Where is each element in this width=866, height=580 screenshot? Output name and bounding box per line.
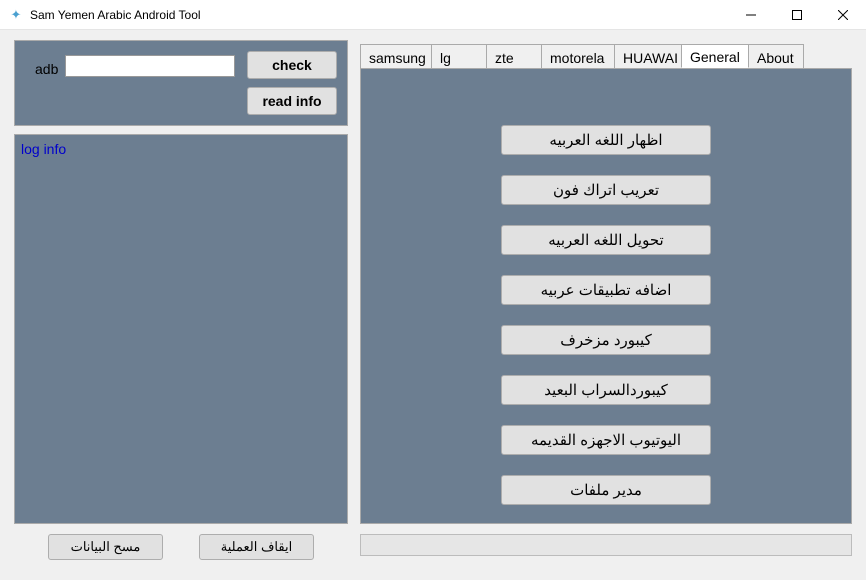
check-button[interactable]: check xyxy=(247,51,337,79)
adb-input[interactable] xyxy=(65,55,235,77)
clear-data-button[interactable]: مسح البيانات xyxy=(48,534,163,560)
adb-label: adb xyxy=(35,61,58,77)
log-header: log info xyxy=(15,135,347,163)
tabs-header: samsunglgztemotorelaHUAWAIGeneralAbout xyxy=(360,44,852,68)
bottom-panel: مسح البيانات ايقاف العملية xyxy=(14,532,348,568)
general-action-button-0[interactable]: اظهار اللغه العربيه xyxy=(501,125,711,155)
window-controls xyxy=(728,0,866,29)
maximize-button[interactable] xyxy=(774,0,820,29)
general-action-button-2[interactable]: تحويل اللغه العربيه xyxy=(501,225,711,255)
general-action-button-6[interactable]: اليوتيوب الاجهزه القديمه xyxy=(501,425,711,455)
client-area: adb check read info log info مسح البيانا… xyxy=(0,30,866,580)
adb-panel: adb check read info xyxy=(14,40,348,126)
log-panel: log info xyxy=(14,134,348,524)
general-action-button-5[interactable]: كيبوردالسراب البعيد xyxy=(501,375,711,405)
titlebar: ✦ Sam Yemen Arabic Android Tool xyxy=(0,0,866,30)
progress-bar xyxy=(360,534,852,556)
titlebar-left: ✦ Sam Yemen Arabic Android Tool xyxy=(8,7,201,23)
close-button[interactable] xyxy=(820,0,866,29)
general-action-button-4[interactable]: كيبورد مزخرف xyxy=(501,325,711,355)
tab-content-general: اظهار اللغه العربيه تعريب اتراك فون تحويل … xyxy=(360,68,852,524)
stop-operation-button[interactable]: ايقاف العملية xyxy=(199,534,314,560)
tab-huawai[interactable]: HUAWAI xyxy=(614,44,682,68)
tab-motorela[interactable]: motorela xyxy=(541,44,615,68)
minimize-button[interactable] xyxy=(728,0,774,29)
window-title: Sam Yemen Arabic Android Tool xyxy=(30,8,201,22)
tabs-container: samsunglgztemotorelaHUAWAIGeneralAbout ا… xyxy=(360,44,852,524)
tab-general[interactable]: General xyxy=(681,44,749,68)
tab-samsung[interactable]: samsung xyxy=(360,44,432,68)
general-action-button-1[interactable]: تعريب اتراك فون xyxy=(501,175,711,205)
app-icon: ✦ xyxy=(8,7,24,23)
tab-about[interactable]: About xyxy=(748,44,804,68)
tab-lg[interactable]: lg xyxy=(431,44,487,68)
general-action-button-3[interactable]: اضافه تطبيقات عربيه xyxy=(501,275,711,305)
tab-zte[interactable]: zte xyxy=(486,44,542,68)
read-info-button[interactable]: read info xyxy=(247,87,337,115)
general-action-button-7[interactable]: مدير ملفات xyxy=(501,475,711,505)
